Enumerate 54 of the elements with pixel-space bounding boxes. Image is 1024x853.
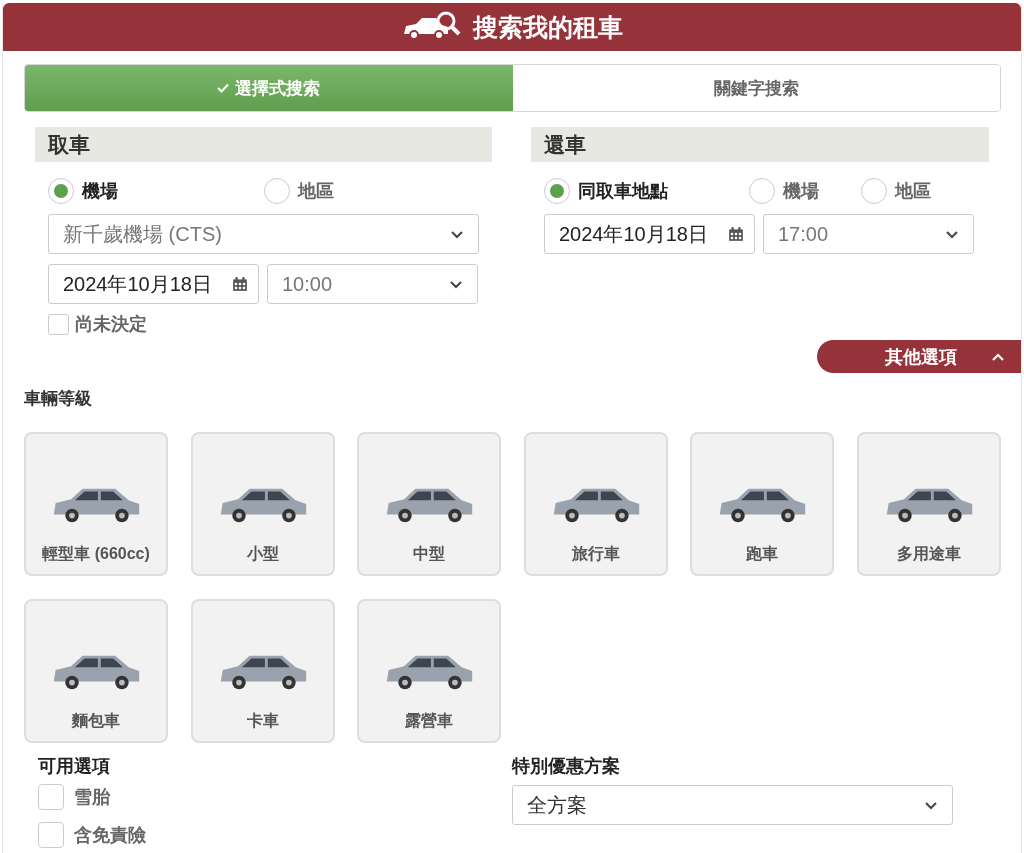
vehicle-class-card[interactable]: 小型 xyxy=(190,432,335,576)
checkbox-label: 含免責險 xyxy=(74,824,146,847)
radio-button[interactable] xyxy=(861,178,887,204)
section-label: 車輛等級 xyxy=(24,388,93,410)
radio-button[interactable] xyxy=(749,178,775,204)
vehicle-class-label: 多用途車 xyxy=(896,544,961,564)
other-options-button[interactable]: 其他選項 xyxy=(817,340,1021,373)
chevron-down-icon xyxy=(450,228,464,240)
calendar-icon xyxy=(232,276,248,292)
calendar-icon xyxy=(728,226,744,242)
chevron-down-icon xyxy=(945,228,959,240)
checkbox[interactable] xyxy=(48,313,69,335)
vehicle-class-card[interactable]: 多用途車 xyxy=(856,432,1001,576)
chevron-down-icon xyxy=(449,278,463,290)
vehicle-class-label: 輕型車 (660cc) xyxy=(42,544,150,564)
vehicle-class-card[interactable]: 中型 xyxy=(357,432,501,576)
vehicle-class-card[interactable]: 麵包車 xyxy=(24,599,168,743)
vehicle-class-label: 露營車 xyxy=(405,711,453,731)
vehicle-class-card[interactable]: 露營車 xyxy=(357,599,501,743)
radio-button[interactable] xyxy=(544,178,570,204)
section-heading: 取車 xyxy=(35,127,492,162)
date-field[interactable]: 2024年10月18日 xyxy=(544,214,755,254)
plan-select[interactable]: 全方案 xyxy=(512,785,953,825)
vehicle-class-label: 小型 xyxy=(246,544,279,564)
radio-button[interactable] xyxy=(48,178,74,204)
location-select[interactable]: 新千歲機場 (CTS) xyxy=(48,214,479,254)
checkbox-label: 尚未決定 xyxy=(75,313,147,336)
radio-label: 機場 xyxy=(783,180,819,203)
chevron-down-icon xyxy=(924,799,938,811)
vehicle-class-label: 旅行車 xyxy=(571,544,620,564)
section-heading: 還車 xyxy=(531,127,989,162)
radio-label: 同取車地點 xyxy=(578,180,668,203)
radio-button[interactable] xyxy=(264,178,290,204)
radio-label: 機場 xyxy=(82,180,118,203)
radio-label: 地區 xyxy=(895,180,931,203)
vehicle-class-label: 跑車 xyxy=(746,544,778,564)
vehicle-class-card[interactable]: 跑車 xyxy=(690,432,834,576)
checkbox-label: 雪胎 xyxy=(74,786,110,809)
radio-label: 地區 xyxy=(298,180,334,203)
vehicle-class-label: 卡車 xyxy=(246,711,279,731)
vehicle-class-card[interactable]: 旅行車 xyxy=(523,432,668,576)
section-label: 可用選項 xyxy=(38,755,111,778)
time-select[interactable]: 17:00 xyxy=(763,214,974,254)
date-field[interactable]: 2024年10月18日 xyxy=(48,264,259,304)
vehicle-class-card[interactable]: 卡車 xyxy=(190,599,335,743)
vehicle-class-card[interactable]: 輕型車 (660cc) xyxy=(24,432,168,576)
check-icon xyxy=(217,83,230,93)
time-select[interactable]: 10:00 xyxy=(267,264,478,304)
vehicle-class-label: 麵包車 xyxy=(72,711,120,731)
checkbox[interactable] xyxy=(38,822,64,848)
vehicle-class-label: 中型 xyxy=(413,544,445,564)
page-title: 搜索我的租車 xyxy=(473,11,623,43)
section-label: 特別優惠方案 xyxy=(512,755,621,778)
checkbox[interactable] xyxy=(38,784,64,810)
